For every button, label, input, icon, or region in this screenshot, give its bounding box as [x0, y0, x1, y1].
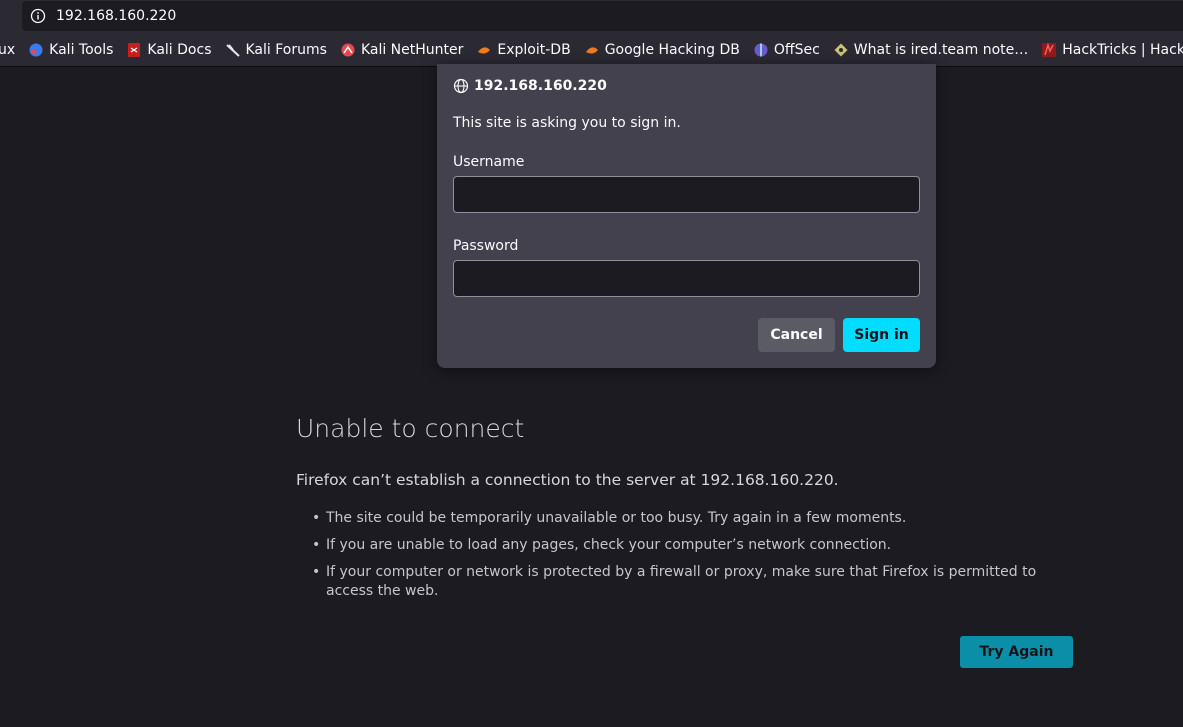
bookmark-label: Kali Forums: [245, 41, 327, 58]
bookmarks-toolbar: ux Kali Tools Kali Docs Kali Forums Kali…: [0, 33, 1183, 67]
auth-dialog: 192.168.160.220 This site is asking you …: [437, 64, 936, 368]
bookmark-label: Kali Docs: [147, 41, 212, 58]
bookmark-kali-forums[interactable]: Kali Forums: [225, 38, 327, 62]
bookmark-label: OffSec: [773, 41, 820, 58]
dialog-host-text: 192.168.160.220: [474, 78, 607, 94]
ired-team-icon: [833, 42, 849, 58]
bookmark-google-hacking-db[interactable]: Google Hacking DB: [584, 38, 740, 62]
bookmark-label: Kali Tools: [49, 41, 114, 58]
dialog-host: 192.168.160.220: [453, 78, 607, 94]
bookmark-ired-team[interactable]: What is ired.team note…: [833, 38, 1028, 62]
bookmark-kali-nethunter[interactable]: Kali NetHunter: [340, 38, 463, 62]
sign-in-button[interactable]: Sign in: [843, 318, 920, 352]
navigation-toolbar: 192.168.160.220: [0, 0, 1183, 33]
globe-icon: [453, 78, 469, 94]
bookmark-label: ux: [0, 41, 16, 58]
url-text[interactable]: 192.168.160.220: [56, 8, 176, 24]
bookmark-kali-tools[interactable]: Kali Tools: [28, 38, 113, 62]
bookmark-exploit-db[interactable]: Exploit-DB: [476, 38, 571, 62]
offsec-icon: [753, 42, 769, 58]
bookmark-label: What is ired.team note…: [853, 41, 1029, 58]
error-title: Unable to connect: [296, 414, 525, 443]
exploit-db-icon: [476, 42, 492, 58]
bookmark-item[interactable]: ux: [0, 38, 15, 62]
bookmark-kali-docs[interactable]: Kali Docs: [126, 38, 212, 62]
list-item: The site could be temporarily unavailabl…: [312, 509, 1077, 528]
kali-tools-icon: [28, 42, 44, 58]
dialog-message: This site is asking you to sign in.: [453, 115, 681, 131]
kali-nethunter-icon: [340, 42, 356, 58]
list-item: If your computer or network is protected…: [312, 563, 1077, 601]
info-icon[interactable]: [30, 8, 46, 24]
username-label: Username: [453, 154, 525, 170]
password-field[interactable]: [453, 260, 920, 297]
cancel-button[interactable]: Cancel: [758, 318, 835, 352]
error-description: Firefox can’t establish a connection to …: [296, 471, 839, 489]
username-field[interactable]: [453, 176, 920, 213]
password-label: Password: [453, 238, 519, 254]
bookmark-offsec[interactable]: OffSec: [753, 38, 820, 62]
url-bar[interactable]: 192.168.160.220: [22, 1, 1183, 31]
bookmark-label: Kali NetHunter: [360, 41, 464, 58]
list-item: If you are unable to load any pages, che…: [312, 536, 1077, 555]
google-hacking-db-icon: [584, 42, 600, 58]
error-suggestions: The site could be temporarily unavailabl…: [312, 509, 1077, 609]
kali-forums-icon: [225, 42, 241, 58]
bookmark-label: Google Hacking DB: [604, 41, 740, 58]
try-again-button[interactable]: Try Again: [960, 636, 1073, 668]
hacktricks-icon: [1041, 42, 1057, 58]
bookmark-hacktricks[interactable]: HackTricks | HackTricks: [1041, 38, 1183, 62]
kali-docs-icon: [126, 42, 142, 58]
bookmark-label: Exploit-DB: [497, 41, 571, 58]
bookmark-label: HackTricks | HackTricks: [1062, 41, 1183, 58]
